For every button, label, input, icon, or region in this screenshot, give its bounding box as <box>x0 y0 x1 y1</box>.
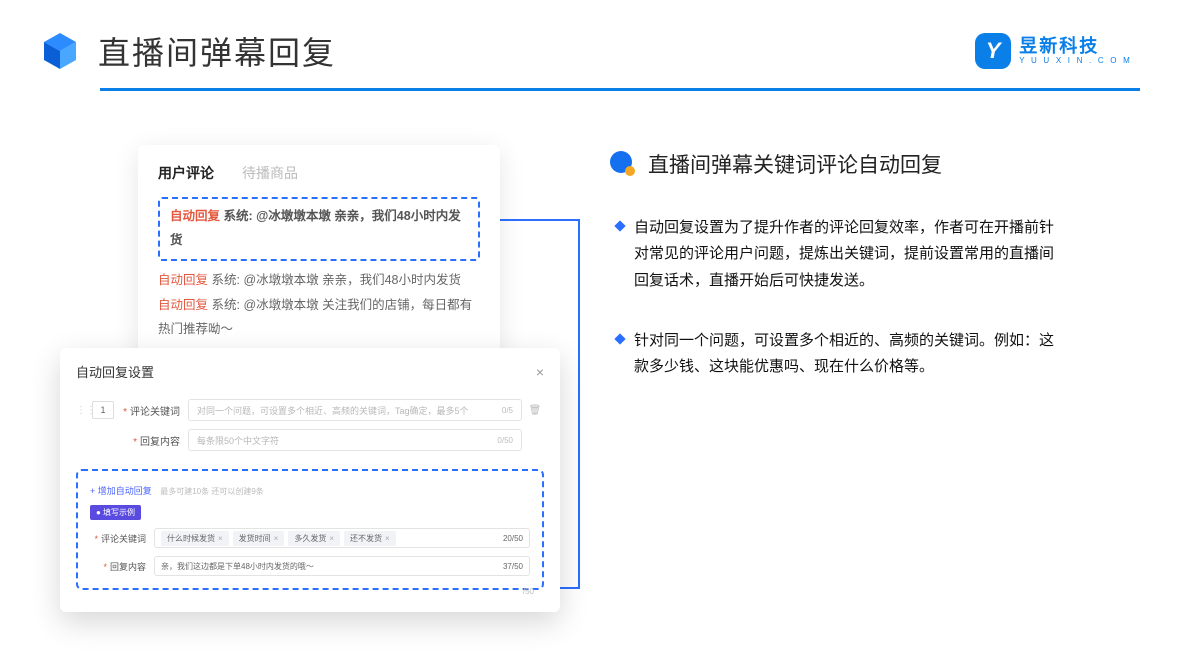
outer-char-count: /50 <box>523 587 534 596</box>
brand-mark-icon: Y <box>975 33 1011 69</box>
bullet-text: 自动回复设置为了提升作者的评论回复效率，作者可在开播前针对常见的评论用户问题，提… <box>634 215 1064 294</box>
example-box: + 增加自动回复 最多可建10条 还可以创建9条 ● 填写示例 *评论关键词 什… <box>76 469 544 590</box>
char-count: 0/50 <box>497 436 513 445</box>
brand-logo: Y 昱新科技 Y U U X I N . C O M <box>975 33 1132 69</box>
keyword-tag[interactable]: 发货时间 <box>233 531 285 546</box>
bullet-item: 针对同一个问题，可设置多个相近的、高频的关键词。例如：这款多少钱、这块能优惠吗、… <box>616 328 1124 381</box>
comment-item-highlighted: 自动回复 系统: @冰墩墩本墩 亲亲，我们48小时内发货 <box>158 197 480 261</box>
setting-row-keywords: ⋮⋮ 1 *评论关键词 对同一个问题，可设置多个相近、高频的关键词，Tag确定，… <box>76 399 544 421</box>
page-header: 直播间弹幕回复 Y 昱新科技 Y U U X I N . C O M <box>0 0 1180 74</box>
placeholder: 每条限50个中文字符 <box>197 434 279 447</box>
row-index: 1 <box>92 401 114 419</box>
brand-name-en: Y U U X I N . C O M <box>1019 57 1132 65</box>
bullet-text: 针对同一个问题，可设置多个相近的、高频的关键词。例如：这款多少钱、这块能优惠吗、… <box>634 328 1064 381</box>
example-row-keywords: *评论关键词 什么时候发货 发货时间 多久发货 还不发货 20/50 <box>90 528 530 548</box>
field-label: 评论关键词 <box>101 534 146 544</box>
diamond-icon <box>614 333 625 344</box>
add-caption: 最多可建10条 还可以创建9条 <box>160 487 264 496</box>
example-keywords-field[interactable]: 什么时候发货 发货时间 多久发货 还不发货 20/50 <box>154 528 530 548</box>
example-reply-field[interactable]: 亲，我们这边都是下单48小时内发货的哦～ 37/50 <box>154 556 530 576</box>
example-reply-text: 亲，我们这边都是下单48小时内发货的哦～ <box>161 561 314 572</box>
auto-reply-settings-modal: 自动回复设置 × ⋮⋮ 1 *评论关键词 对同一个问题，可设置多个相近、高频的关… <box>60 348 560 612</box>
drag-handle-icon[interactable]: ⋮⋮ <box>76 405 86 416</box>
auto-reply-badge: 自动回复 <box>170 209 220 223</box>
auto-reply-badge: 自动回复 <box>158 273 208 287</box>
tab-pending-products[interactable]: 待播商品 <box>242 163 298 183</box>
modal-title: 自动回复设置 <box>76 362 154 381</box>
example-badge: ● 填写示例 <box>90 505 141 520</box>
char-count: 37/50 <box>503 562 523 571</box>
field-label: 回复内容 <box>140 437 180 448</box>
keywords-input[interactable]: 对同一个问题，可设置多个相近、高频的关键词，Tag确定，最多5个 0/5 <box>188 399 522 421</box>
keyword-tag[interactable]: 什么时候发货 <box>161 531 229 546</box>
add-auto-reply-link[interactable]: + 增加自动回复 <box>90 486 152 496</box>
field-label: 评论关键词 <box>130 407 180 418</box>
chat-bubble-icon <box>608 150 636 178</box>
auto-reply-badge: 自动回复 <box>158 298 208 312</box>
diamond-icon <box>614 220 625 231</box>
comment-text: 系统: @冰墩墩本墩 亲亲，我们48小时内发货 <box>212 273 462 287</box>
tab-user-comments[interactable]: 用户评论 <box>158 163 214 183</box>
screenshot-illustration: 用户评论 待播商品 自动回复 系统: @冰墩墩本墩 亲亲，我们48小时内发货 自… <box>60 145 580 625</box>
example-row-reply: *回复内容 亲，我们这边都是下单48小时内发货的哦～ 37/50 <box>90 556 530 576</box>
bullet-item: 自动回复设置为了提升作者的评论回复效率，作者可在开播前针对常见的评论用户问题，提… <box>616 215 1124 294</box>
close-icon[interactable]: × <box>536 364 544 380</box>
placeholder: 对同一个问题，可设置多个相近、高频的关键词，Tag确定，最多5个 <box>197 404 469 417</box>
brand-name-cn: 昱新科技 <box>1019 37 1132 55</box>
delete-icon[interactable]: 🗑 <box>526 405 544 416</box>
title-group: 直播间弹幕回复 <box>40 28 336 74</box>
reply-input[interactable]: 每条限50个中文字符 0/50 <box>188 429 522 451</box>
keyword-tag[interactable]: 多久发货 <box>288 531 340 546</box>
comments-card: 用户评论 待播商品 自动回复 系统: @冰墩墩本墩 亲亲，我们48小时内发货 自… <box>138 145 500 364</box>
cube-icon <box>40 31 80 71</box>
description-panel: 直播间弹幕关键词评论自动回复 自动回复设置为了提升作者的评论回复效率，作者可在开… <box>608 145 1124 625</box>
page-title: 直播间弹幕回复 <box>98 28 336 74</box>
comment-item: 自动回复 系统: @冰墩墩本墩 亲亲，我们48小时内发货 <box>158 269 480 293</box>
char-count: 0/5 <box>502 406 513 415</box>
field-label: 回复内容 <box>110 562 146 572</box>
section-title: 直播间弹幕关键词评论自动回复 <box>648 149 942 179</box>
comment-item: 自动回复 系统: @冰墩墩本墩 关注我们的店铺，每日都有热门推荐呦～ <box>158 294 480 342</box>
setting-row-reply: *回复内容 每条限50个中文字符 0/50 <box>76 429 544 451</box>
keyword-tag[interactable]: 还不发货 <box>344 531 396 546</box>
char-count: 20/50 <box>503 534 523 543</box>
